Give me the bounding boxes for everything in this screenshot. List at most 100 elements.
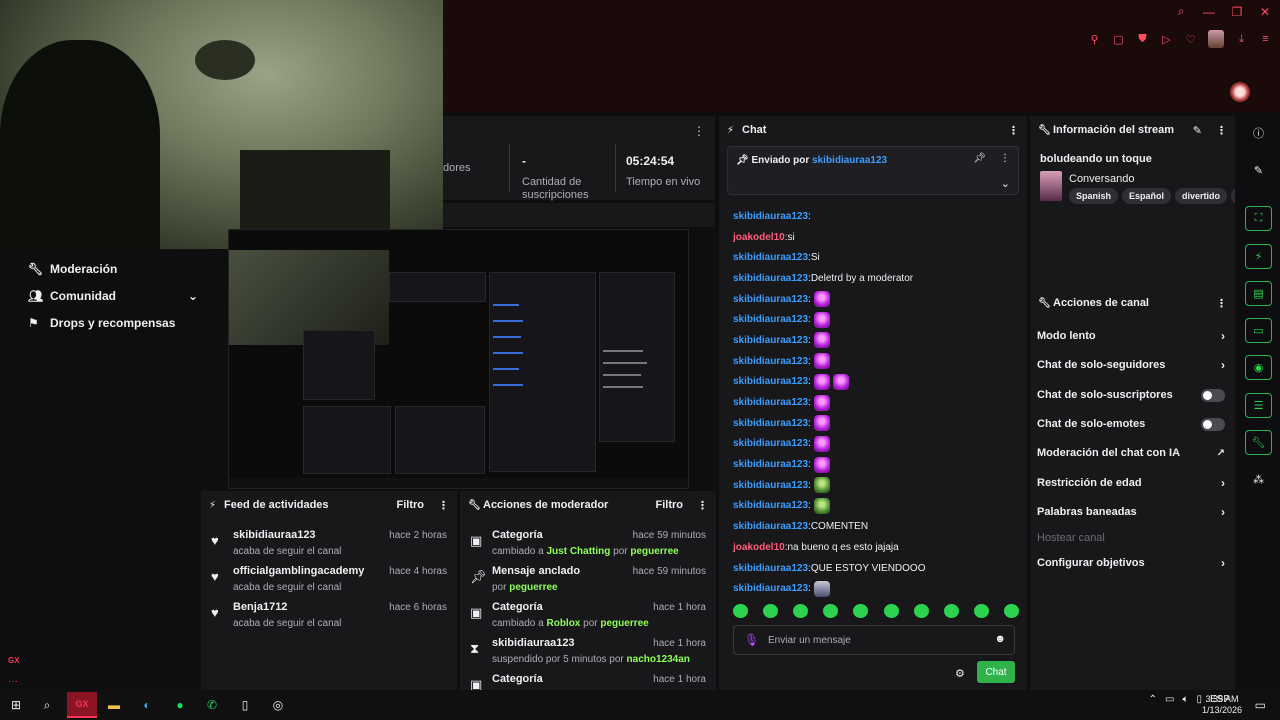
browser-profile-avatar[interactable] [1208, 30, 1224, 48]
more-options-icon[interactable]: ⋮ [1008, 124, 1019, 137]
pinned-message[interactable]: 📌︎ Enviado por skibidiauraa123 📌︎ ⋮ ⌄ [727, 146, 1019, 195]
windows-start-icon[interactable]: ⊞ [7, 697, 25, 713]
action-age-restriction[interactable]: Restricción de edad › [1037, 469, 1225, 497]
emote-button[interactable] [1003, 604, 1019, 618]
search-icon[interactable]: ⌕ [1174, 4, 1188, 19]
chat-username[interactable]: skibidiauraa123 [733, 273, 808, 284]
tag[interactable]: Español [1122, 188, 1172, 204]
action-ai-moderation[interactable]: Moderación del chat con IA ↗ [1037, 439, 1225, 467]
emote-button[interactable] [943, 604, 959, 618]
fullscreen-icon[interactable]: ⛶ [1245, 206, 1272, 231]
edge-icon[interactable]: ◐ [138, 697, 156, 713]
action-followers-only[interactable]: Chat de solo-seguidores › [1037, 351, 1225, 379]
share-icon[interactable]: ⁂ [1245, 467, 1272, 492]
more-options-icon[interactable]: ⋮ [1216, 297, 1227, 310]
chat-emote[interactable] [813, 497, 830, 514]
chat-emote[interactable] [813, 394, 830, 411]
chat-username[interactable]: joakodel10 [733, 232, 785, 243]
chevron-up-icon[interactable]: ⌃ [1149, 694, 1157, 705]
chat-emote[interactable] [813, 435, 830, 452]
network-icon[interactable]: ▭ [1165, 694, 1174, 705]
chat-emote[interactable] [813, 373, 830, 390]
nav-item-drops[interactable]: ⚑ Drops y recompensas [28, 309, 198, 336]
tag[interactable]: Spanish [1069, 188, 1119, 204]
tag[interactable]: fp [1231, 188, 1235, 204]
chat-username[interactable]: skibidiauraa123 [733, 252, 808, 263]
chat-input[interactable]: 🎙︎ Enviar un mensaje ☻ [733, 625, 1015, 655]
nav-item-comunidad[interactable]: 👥︎ Comunidad ⌄ [28, 282, 198, 309]
filter-button[interactable]: Filtro [656, 499, 684, 511]
shield-icon[interactable]: ⛊ [1136, 33, 1149, 46]
pencil-icon[interactable]: ✎ [1193, 124, 1202, 137]
chat-username[interactable]: skibidiauraa123 [733, 211, 808, 222]
emote-button[interactable] [763, 604, 779, 618]
emoji-icon[interactable]: ☻ [994, 633, 1006, 645]
emote-button[interactable] [973, 604, 989, 618]
chat-username[interactable]: skibidiauraa123 [733, 418, 808, 429]
chat-username[interactable]: skibidiauraa123 [733, 376, 808, 387]
emotes-only-toggle[interactable] [1201, 417, 1225, 431]
minimize-icon[interactable]: — [1202, 5, 1216, 19]
play-icon[interactable]: ▷ [1160, 33, 1173, 46]
more-options-icon[interactable]: ⋮ [1000, 153, 1010, 164]
feed-user[interactable]: skibidiauraa123 [233, 529, 316, 541]
broadcast-icon[interactable]: ◉ [1245, 355, 1272, 380]
chat-username[interactable]: skibidiauraa123 [733, 563, 808, 574]
emote-button[interactable] [793, 604, 809, 618]
tag[interactable]: divertido [1175, 188, 1228, 204]
action-goals[interactable]: Configurar objetivos › [1037, 549, 1225, 577]
nav-item-moderacion[interactable]: 🔧︎ Moderación [28, 255, 198, 282]
chat-send-button[interactable]: Chat [977, 661, 1015, 683]
chat-username[interactable]: skibidiauraa123 [733, 438, 808, 449]
download-icon[interactable]: ⤓ [1235, 33, 1248, 46]
chat-username[interactable]: skibidiauraa123 [733, 500, 808, 511]
chat-emote[interactable] [813, 332, 830, 349]
menu-icon[interactable]: ≡ [1259, 33, 1272, 45]
opera-gx-icon[interactable]: GX [67, 692, 97, 718]
chat-username[interactable]: joakodel10 [733, 542, 785, 553]
chat-emote[interactable] [813, 311, 830, 328]
gear-icon[interactable]: ⚙ [955, 667, 965, 680]
stream-category[interactable]: Conversando [1069, 173, 1134, 185]
chat-username[interactable]: skibidiauraa123 [733, 356, 808, 367]
pin-icon[interactable]: 📌︎ [973, 153, 986, 164]
action-banned-words[interactable]: Palabras baneadas › [1037, 498, 1225, 526]
snapshot-icon[interactable]: ▢ [1112, 33, 1125, 46]
emote-button[interactable] [883, 604, 899, 618]
clipboard-icon[interactable]: ▤ [1245, 281, 1272, 306]
chat-username[interactable]: skibidiauraa123 [733, 459, 808, 470]
clock[interactable]: 3:39 AM 1/13/2026 [1202, 694, 1242, 716]
chat-emote[interactable] [813, 415, 830, 432]
more-options-icon[interactable]: ⋮ [693, 124, 705, 138]
restore-icon[interactable]: ❐ [1230, 5, 1244, 19]
chat-username[interactable]: skibidiauraa123 [733, 583, 808, 594]
feed-user[interactable]: Benja1712 [233, 601, 287, 613]
info-icon[interactable]: ⓘ [1245, 120, 1272, 145]
microphone-icon[interactable]: 🎙︎ [744, 633, 759, 647]
notification-icon[interactable]: ▭ [1255, 698, 1266, 712]
emote-button[interactable] [913, 604, 929, 618]
chat-icon[interactable]: ▭ [1245, 318, 1272, 343]
chat-username[interactable]: skibidiauraa123 [733, 521, 808, 532]
chat-username[interactable]: skibidiauraa123 [733, 480, 808, 491]
more-options-icon[interactable]: ⋮ [1216, 124, 1227, 137]
chat-emote[interactable] [832, 373, 849, 390]
chat-emote[interactable] [813, 291, 830, 308]
subscribers-only-toggle[interactable] [1201, 388, 1225, 402]
emote-button[interactable] [853, 604, 869, 618]
spotify-icon[interactable]: ● [171, 697, 189, 713]
chat-emote[interactable] [813, 580, 830, 597]
chevron-down-icon[interactable]: ⌄ [1001, 177, 1010, 190]
more-options-icon[interactable]: ⋮ [697, 499, 708, 512]
chat-username[interactable]: skibidiauraa123 [733, 335, 808, 346]
close-icon[interactable]: ✕ [1258, 5, 1272, 19]
chat-emote[interactable] [813, 353, 830, 370]
chat-username[interactable]: skibidiauraa123 [733, 294, 808, 305]
chevron-down-icon[interactable]: ⌄ [188, 289, 198, 303]
chat-username[interactable]: skibidiauraa123 [733, 397, 808, 408]
file-explorer-icon[interactable]: ▬ [105, 697, 123, 713]
pencil-icon[interactable]: ✎ [1245, 158, 1272, 183]
emote-button[interactable] [733, 604, 748, 618]
filter-button[interactable]: Filtro [397, 499, 425, 511]
user-avatar[interactable] [1230, 82, 1250, 102]
